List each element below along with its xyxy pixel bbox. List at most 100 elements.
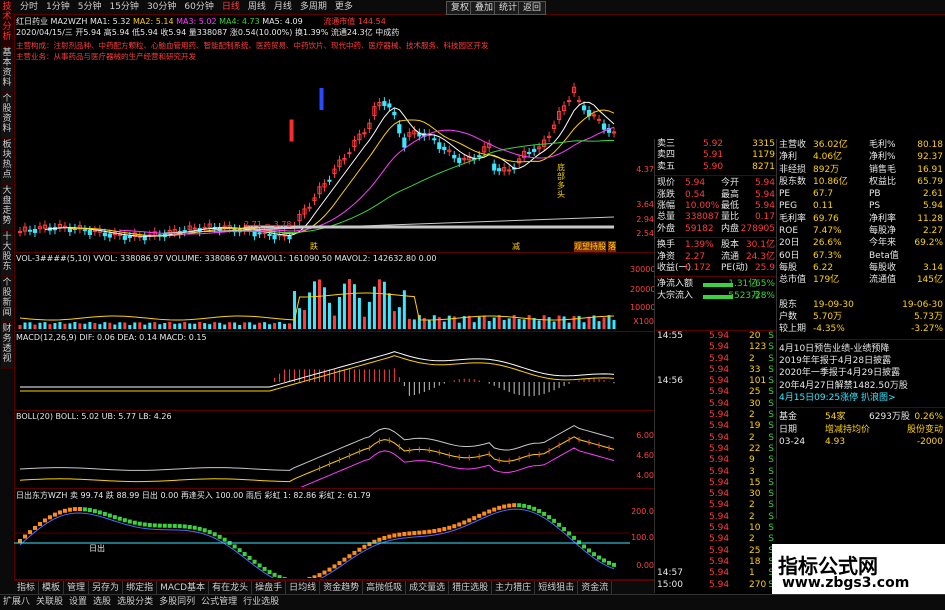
sidebar-tab-char: 资 <box>2 68 12 78</box>
volume-bar <box>143 324 147 329</box>
indicator-tab[interactable]: 短线狙击 <box>535 581 579 595</box>
volume-bar <box>352 284 356 329</box>
ob-price: 5.90 <box>703 161 724 172</box>
candle-body <box>397 124 402 134</box>
status-tab[interactable]: 关联股 <box>33 595 66 610</box>
main-kline-panel[interactable]: 红日药业 MA2WZH MA1: 5.32 MA2: 5.14 MA3: 5.0… <box>14 15 654 253</box>
sun-block <box>457 522 462 527</box>
period-tab[interactable]: 日线 <box>218 0 244 14</box>
status-tab[interactable]: 扩展八 <box>0 595 33 610</box>
sidebar-tab[interactable]: 财务透视 <box>1 324 13 369</box>
tick-list[interactable]: 14:55 5.94 20 S 5.94 123 S 5.94 2 S 5.94 33 S 14:56 5.… <box>654 330 777 593</box>
macd-panel[interactable]: MACD(12,26,9) DIF: 0.06 DEA: 0.14 MACD: … <box>14 332 654 411</box>
period-tab[interactable]: 分时 <box>16 0 42 14</box>
period-tab[interactable]: 15分钟 <box>105 0 142 14</box>
period-tab[interactable]: 月线 <box>270 0 296 14</box>
status-tab[interactable]: 公式管理 <box>198 595 240 610</box>
sun-block <box>352 550 357 555</box>
period-tab[interactable]: 5分钟 <box>74 0 106 14</box>
fund-notice[interactable]: 20年4月27日解禁1482.50万股 <box>777 380 945 392</box>
candle-body <box>102 232 107 237</box>
candle-body <box>492 163 497 171</box>
candle-body <box>27 229 33 232</box>
fund-notice[interactable]: 2019年年报于4月28日披露 <box>777 355 945 367</box>
sidebar-tab[interactable]: 技术分析 <box>1 2 13 47</box>
indicator-tab[interactable]: 管理 <box>64 581 90 595</box>
period-tab[interactable]: 1分钟 <box>42 0 74 14</box>
volume-bar <box>203 323 207 329</box>
sun-block <box>497 505 502 510</box>
sidebar-tab[interactable]: 十大股东 <box>1 232 13 277</box>
tick-v: 33 <box>749 364 761 375</box>
indicator-tab[interactable]: 指标 <box>14 581 40 595</box>
sidebar-tab[interactable]: 板块热点 <box>1 140 13 185</box>
tick-row: 15:005.94270S <box>655 580 777 591</box>
indicator-tab[interactable]: 日均线 <box>286 581 321 595</box>
left-vertical-tabs: 技术分析基本资料个股资料板块热点大盘走势十大股东个股新闻财务透视 <box>0 0 15 609</box>
fund-notice[interactable]: 2020年一季报于4月29日披露 <box>777 367 945 379</box>
fund-row: 每股 6.22 每股收 3.14 <box>777 262 945 274</box>
fund-row: 户数 5.70万 5.73万 <box>777 311 945 323</box>
volume-bar <box>347 279 351 329</box>
indicator-tab[interactable]: 模板 <box>39 581 65 595</box>
status-tab[interactable]: 多股同列 <box>156 595 198 610</box>
ob-label: 卖五 <box>657 161 676 172</box>
period-tab[interactable]: 多周期 <box>296 0 331 14</box>
fund-notice[interactable]: 4月10日预告业绩-业绩预降 <box>777 343 945 355</box>
indicator-tab[interactable]: 主力猎庄 <box>492 581 536 595</box>
sidebar-tab[interactable]: 大盘走势 <box>1 186 13 231</box>
sidebar-tab-char: 十 <box>2 232 12 242</box>
sun-block <box>112 515 117 520</box>
status-tab[interactable]: 行业选股 <box>240 595 282 610</box>
tick-v: 2 <box>749 353 755 364</box>
indicator-tab[interactable]: 有在龙头 <box>209 581 253 595</box>
back-button[interactable]: 返回 <box>518 1 547 15</box>
macd-header: MACD(12,26,9) DIF: 0.06 DEA: 0.14 MACD: … <box>16 333 207 342</box>
candle-body <box>272 234 277 240</box>
candle-body <box>566 100 572 103</box>
period-tab[interactable]: 周线 <box>244 0 270 14</box>
sidebar-tab[interactable]: 个股新闻 <box>1 278 13 323</box>
indicator-tab[interactable]: 操盘手 <box>252 581 287 595</box>
sun-block <box>597 555 602 560</box>
indicator-tab[interactable]: 另存为 <box>89 581 124 595</box>
indicator-tab[interactable]: 资金趋势 <box>320 581 364 595</box>
indicator-tab[interactable]: 绑定指 <box>123 581 158 595</box>
indicator-tab[interactable]: 资金流 <box>578 581 613 595</box>
indicator-tab[interactable]: 成交量选 <box>406 581 450 595</box>
sunrise-indicator-panel[interactable]: 日出东方WZH 卖 99.74 跌 88.99 日出 0.00 再逢买入 100… <box>14 489 654 580</box>
volume-bar <box>88 322 92 329</box>
volume-bar <box>293 291 297 329</box>
fund-v: 6.22 <box>813 262 834 273</box>
sun-block <box>212 532 217 537</box>
period-tab[interactable]: 60分钟 <box>180 0 217 14</box>
status-bar: 扩展八 关联股 设置 选股 选股分类 多股同列 公式管理 行业选股 <box>0 594 945 610</box>
volume-panel[interactable]: VOL-3####(5,10) VVOL: 338086.97 VOLUME: … <box>14 253 655 332</box>
boll-panel[interactable]: BOLL(20) BOLL: 5.02 UB: 5.77 LB: 4.26 6.… <box>14 411 654 489</box>
fund-notice[interactable]: 4月15日09:25涨停 扒浪图> <box>777 392 945 404</box>
indicator-tab[interactable]: MACD基本 <box>157 581 210 595</box>
indicator-tab[interactable]: 高抛低吸 <box>363 581 407 595</box>
period-tab[interactable]: 30分钟 <box>143 0 180 14</box>
indicator-tab[interactable]: 猎庄选股 <box>449 581 493 595</box>
sidebar-tab[interactable]: 个股资料 <box>1 94 13 139</box>
sun-block <box>362 544 367 549</box>
ma-line <box>44 101 615 237</box>
tick-p: 5.94 <box>709 579 730 590</box>
orderbook-row: 卖三 5.92 3315 <box>655 139 777 150</box>
status-tab[interactable]: 选股 <box>90 595 114 610</box>
fund-row: 非经损 892万 销售毛 16.91 <box>777 164 945 176</box>
sidebar-tab-char: 股 <box>2 104 12 114</box>
tick-row: 5.94 9 S <box>655 455 777 466</box>
tick-row: 5.94 123 S <box>655 342 777 353</box>
fund-v2: 16.91 <box>917 164 943 175</box>
period-tab[interactable]: 更多 <box>331 0 357 14</box>
status-tab[interactable]: 设置 <box>66 595 90 610</box>
sidebar-tab-char: 块 <box>2 150 12 160</box>
volume-bar <box>43 322 47 329</box>
fund-l: 60日 <box>779 250 800 261</box>
volume-bar <box>188 323 192 329</box>
status-tab[interactable]: 选股分类 <box>114 595 156 610</box>
fund-l2: 6293万股 <box>869 412 910 423</box>
sidebar-tab[interactable]: 基本资料 <box>1 48 13 93</box>
